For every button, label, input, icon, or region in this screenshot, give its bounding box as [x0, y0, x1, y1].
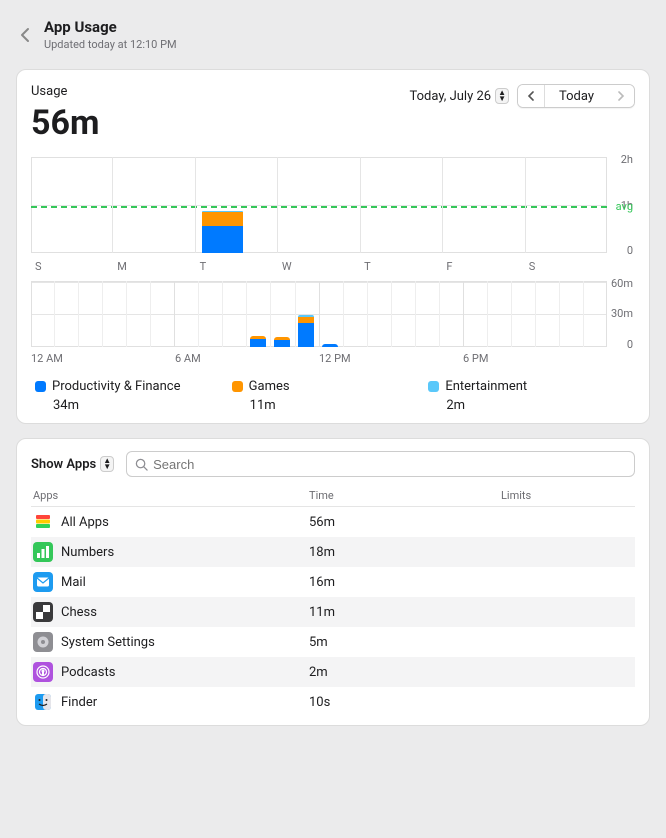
date-nav-group: Today [517, 84, 635, 108]
app-name: System Settings [61, 635, 155, 650]
chevron-left-icon [527, 91, 535, 101]
date-picker-label: Today, July 26 [409, 89, 491, 104]
x-axis-label: 6 AM [175, 352, 319, 365]
x-axis-label: 12 PM [319, 352, 463, 365]
x-axis-label: S [31, 260, 113, 273]
updown-icon: ▲▼ [495, 88, 509, 104]
app-time: 16m [309, 575, 501, 590]
app-time: 2m [309, 665, 501, 680]
app-time: 11m [309, 605, 501, 620]
table-row[interactable]: Chess 11m [31, 597, 635, 627]
x-axis-label: W [278, 260, 360, 273]
finder-icon [33, 692, 53, 712]
legend-swatch [35, 381, 46, 392]
search-input[interactable] [153, 457, 626, 472]
date-picker[interactable]: Today, July 26 ▲▼ [409, 88, 509, 104]
table-body: All Apps 56m Numbers 18m Mail 16m Chess … [31, 507, 635, 717]
x-axis-label: S [525, 260, 607, 273]
app-name: All Apps [61, 515, 109, 530]
legend-item: Games 11m [232, 379, 429, 413]
search-icon [135, 458, 148, 471]
app-time: 5m [309, 635, 501, 650]
podcast-icon [33, 662, 53, 682]
table-row[interactable]: Mail 16m [31, 567, 635, 597]
header-text: App Usage Updated today at 12:10 PM [44, 18, 177, 51]
chevron-left-icon [19, 27, 31, 43]
search-field[interactable] [126, 451, 635, 477]
back-button[interactable] [16, 26, 34, 44]
table-row[interactable]: Podcasts 2m [31, 657, 635, 687]
legend-label: Entertainment [445, 379, 527, 394]
app-name: Numbers [61, 545, 114, 560]
weekly-chart: 2h 1h 0 avg S M T W T F S [31, 157, 635, 277]
y-axis-label: 60m [611, 277, 633, 290]
chevron-right-icon [617, 91, 625, 101]
app-time: 56m [309, 515, 501, 530]
x-axis-label: 6 PM [463, 352, 607, 365]
usage-summary: Usage 56m [31, 84, 99, 143]
table-row[interactable]: System Settings 5m [31, 627, 635, 657]
y-axis-label: 0 [627, 244, 633, 257]
app-name: Mail [61, 575, 86, 590]
x-axis-label: T [360, 260, 442, 273]
app-time: 18m [309, 545, 501, 560]
table-header: Apps Time Limits [31, 485, 635, 507]
table-row[interactable]: Finder 10s [31, 687, 635, 717]
usage-card: Usage 56m Today, July 26 ▲▼ Today 2h 1h … [16, 69, 650, 424]
page-title: App Usage [44, 18, 177, 36]
table-row[interactable]: All Apps 56m [31, 507, 635, 537]
filter-row: Show Apps ▲▼ [31, 451, 635, 477]
show-apps-dropdown[interactable]: Show Apps ▲▼ [31, 456, 114, 472]
legend-value: 2m [428, 398, 625, 413]
app-time: 10s [309, 695, 501, 710]
legend-label: Productivity & Finance [52, 379, 180, 394]
app-list-card: Show Apps ▲▼ Apps Time Limits All Apps 5… [16, 438, 650, 726]
y-axis-label: 2h [621, 153, 633, 166]
x-axis-label: T [196, 260, 278, 273]
hourly-chart: 60m 30m 0 12 AM 6 AM 12 PM 6 PM [31, 281, 635, 367]
legend-swatch [428, 381, 439, 392]
legend-value: 34m [35, 398, 232, 413]
legend-item: Entertainment 2m [428, 379, 625, 413]
usage-label: Usage [31, 84, 99, 99]
y-axis-label: 0 [627, 338, 633, 351]
usage-total: 56m [31, 103, 99, 143]
today-button[interactable]: Today [544, 85, 608, 107]
updown-icon: ▲▼ [100, 456, 114, 472]
x-axis-label: 12 AM [31, 352, 175, 365]
legend-swatch [232, 381, 243, 392]
stack-icon [33, 512, 53, 532]
x-axis-label: M [113, 260, 195, 273]
legend-item: Productivity & Finance 34m [35, 379, 232, 413]
app-name: Chess [61, 605, 97, 620]
y-axis-label: 30m [611, 307, 633, 320]
x-axis-label: F [442, 260, 524, 273]
legend-value: 11m [232, 398, 429, 413]
next-day-button[interactable] [608, 85, 634, 107]
app-name: Finder [61, 695, 97, 710]
app-name: Podcasts [61, 665, 115, 680]
chart-icon [33, 542, 53, 562]
legend: Productivity & Finance 34m Games 11m Ent… [31, 379, 635, 413]
header-row: App Usage Updated today at 12:10 PM [16, 18, 650, 51]
date-controls: Today, July 26 ▲▼ Today [409, 84, 635, 108]
gear-icon [33, 632, 53, 652]
page-subtitle: Updated today at 12:10 PM [44, 38, 177, 51]
col-header-apps[interactable]: Apps [33, 489, 309, 502]
mail-icon [33, 572, 53, 592]
table-row[interactable]: Numbers 18m [31, 537, 635, 567]
prev-day-button[interactable] [518, 85, 544, 107]
col-header-limits[interactable]: Limits [501, 489, 633, 502]
legend-label: Games [249, 379, 290, 394]
avg-label: avg [616, 200, 633, 213]
col-header-time[interactable]: Time [309, 489, 501, 502]
chess-icon [33, 602, 53, 622]
